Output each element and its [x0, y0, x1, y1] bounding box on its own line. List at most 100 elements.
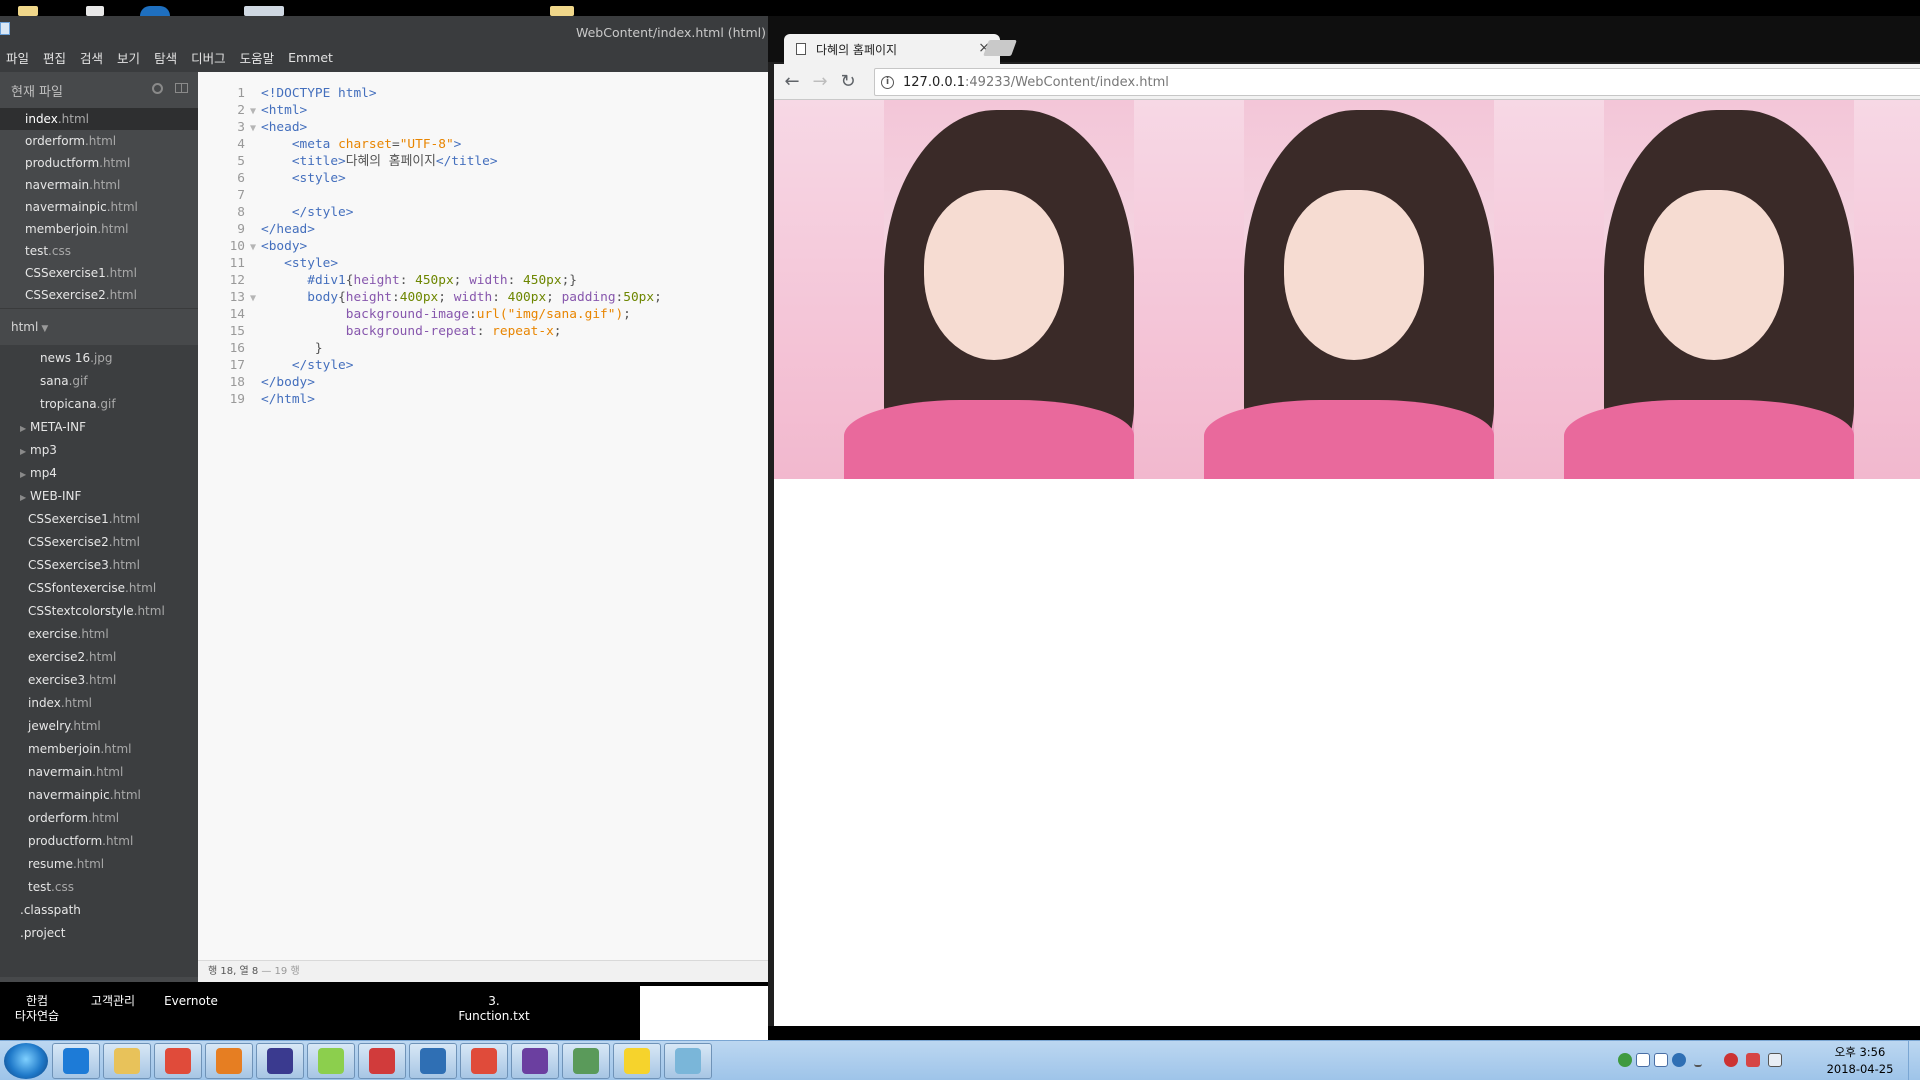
ime-a-icon[interactable] — [1636, 1053, 1650, 1067]
tree-file[interactable]: tropicana.gif — [0, 393, 198, 416]
code-line[interactable]: 11 <style> — [198, 255, 768, 272]
fold-toggle-icon[interactable]: ▼ — [245, 290, 261, 307]
tree-file[interactable]: exercise3.html — [0, 669, 198, 692]
tree-file[interactable]: CSSfontexercise.html — [0, 577, 198, 600]
tree-file[interactable]: memberjoin.html — [0, 738, 198, 761]
taskbar-notepad-button[interactable] — [664, 1043, 712, 1079]
tree-file[interactable]: CSSexercise1.html — [0, 508, 198, 531]
tree-file[interactable]: resume.html — [0, 853, 198, 876]
project-dropdown[interactable]: html ▼ — [0, 309, 198, 345]
code-line[interactable]: 7 — [198, 187, 768, 204]
display-icon[interactable] — [1768, 1053, 1782, 1067]
taskbar-kakaotalk-button[interactable] — [613, 1043, 661, 1079]
working-file-item[interactable]: navermainpic.html — [0, 196, 198, 218]
code-editor[interactable]: 1 <!DOCTYPE html> 2 ▼ <html> 3 ▼ <head> 4 <meta … — [198, 72, 768, 960]
code-line[interactable]: 14 background-image:url("img/sana.gif"); — [198, 306, 768, 323]
back-arrow-icon[interactable]: ← — [780, 70, 804, 94]
new-tab-button[interactable] — [983, 40, 1017, 56]
code-lines[interactable]: 1 <!DOCTYPE html> 2 ▼ <html> 3 ▼ <head> 4 <meta … — [198, 85, 768, 408]
taskbar-chrome-button[interactable] — [154, 1043, 202, 1079]
code-line[interactable]: 15 background-repeat: repeat-x; — [198, 323, 768, 340]
help-icon[interactable] — [1672, 1053, 1686, 1067]
tree-file[interactable]: navermainpic.html — [0, 784, 198, 807]
gear-icon[interactable] — [152, 83, 163, 94]
menu-item[interactable]: 도움말 — [240, 48, 275, 67]
desktop-app-icon[interactable] — [140, 6, 170, 16]
split-view-icon[interactable] — [175, 83, 188, 93]
forward-arrow-icon[interactable]: → — [808, 70, 832, 94]
chevron-right-icon[interactable]: ▶ — [20, 463, 30, 486]
chevron-right-icon[interactable]: ▶ — [20, 486, 30, 509]
working-file-item[interactable]: test.css — [0, 240, 198, 262]
tree-file[interactable]: index.html — [0, 692, 198, 715]
desktop-shortcut-label[interactable]: 한컴 타자연습 — [6, 994, 68, 1024]
tree-folder[interactable]: ▶ META-INF — [0, 416, 198, 439]
tree-folder[interactable]: ▶ WEB-INF — [0, 485, 198, 508]
tree-file[interactable]: exercise.html — [0, 623, 198, 646]
code-line[interactable]: 16 } — [198, 340, 768, 357]
tree-folder[interactable]: ▶ mp4 — [0, 462, 198, 485]
tree-file[interactable]: exercise2.html — [0, 646, 198, 669]
fold-toggle-icon[interactable]: ▼ — [245, 103, 261, 120]
tree-file[interactable]: CSStextcolorstyle.html — [0, 600, 198, 623]
working-file-item[interactable]: index.html — [0, 108, 198, 130]
tree-file[interactable]: orderform.html — [0, 807, 198, 830]
taskbar-git-button[interactable] — [562, 1043, 610, 1079]
show-desktop-button[interactable] — [1908, 1041, 1920, 1080]
tree-file[interactable]: test.css — [0, 876, 198, 899]
security-alert-icon[interactable] — [1746, 1053, 1760, 1067]
code-line[interactable]: 17 </style> — [198, 357, 768, 374]
working-file-item[interactable]: memberjoin.html — [0, 218, 198, 240]
network-icon[interactable] — [1618, 1053, 1632, 1067]
tray-expand-icon[interactable] — [1694, 1053, 1702, 1067]
code-line[interactable]: 18 </body> — [198, 374, 768, 391]
menu-item[interactable]: 편집 — [43, 48, 66, 67]
taskbar-chrome-button[interactable] — [460, 1043, 508, 1079]
code-line[interactable]: 3 ▼ <head> — [198, 119, 768, 136]
taskbar-ie-button[interactable] — [52, 1043, 100, 1079]
desktop-file-icon[interactable] — [86, 6, 104, 16]
working-file-item[interactable]: CSSexercise1.html — [0, 262, 198, 284]
code-line[interactable]: 4 <meta charset="UTF-8"> — [198, 136, 768, 153]
taskbar-eclipse-button[interactable] — [256, 1043, 304, 1079]
menu-item[interactable]: 파일 — [6, 48, 29, 67]
working-file-item[interactable]: navermain.html — [0, 174, 198, 196]
code-line[interactable]: 5 <title>다혜의 홈페이지</title> — [198, 153, 768, 170]
fold-toggle-icon[interactable]: ▼ — [245, 120, 261, 137]
working-file-item[interactable]: productform.html — [0, 152, 198, 174]
desktop-folder-icon[interactable] — [550, 6, 574, 16]
tree-file[interactable]: sana.gif — [0, 370, 198, 393]
taskbar-java-ee-ide-button[interactable] — [511, 1043, 559, 1079]
chevron-right-icon[interactable]: ▶ — [20, 417, 30, 440]
clock[interactable]: 오후 3:56 2018-04-25 — [1820, 1044, 1900, 1078]
working-file-item[interactable]: CSSexercise2.html — [0, 284, 198, 306]
reload-icon[interactable]: ↻ — [836, 70, 860, 94]
code-line[interactable]: 1 <!DOCTYPE html> — [198, 85, 768, 102]
desktop-shortcut-label[interactable]: Evernote — [160, 994, 222, 1009]
tree-file[interactable]: CSSexercise3.html — [0, 554, 198, 577]
tree-file[interactable]: .classpath — [0, 899, 198, 922]
code-line[interactable]: 8 </style> — [198, 204, 768, 221]
code-line[interactable]: 12 #div1{height: 450px; width: 450px;} — [198, 272, 768, 289]
working-file-item[interactable]: orderform.html — [0, 130, 198, 152]
desktop-shortcut-label[interactable]: 3. Function.txt — [454, 994, 534, 1024]
tree-file[interactable]: productform.html — [0, 830, 198, 853]
tree-file[interactable]: CSSexercise2.html — [0, 531, 198, 554]
volume-muted-icon[interactable] — [1724, 1053, 1738, 1067]
code-line[interactable]: 10 ▼ <body> — [198, 238, 768, 255]
code-line[interactable]: 2 ▼ <html> — [198, 102, 768, 119]
tree-file[interactable]: news 16.jpg — [0, 347, 198, 370]
tree-folder[interactable]: ▶ mp3 — [0, 439, 198, 462]
taskbar-brackets-button[interactable] — [409, 1043, 457, 1079]
tree-file[interactable]: .project — [0, 922, 198, 945]
tree-file[interactable]: jewelry.html — [0, 715, 198, 738]
menu-item[interactable]: Emmet — [288, 50, 333, 65]
ime-hanja-icon[interactable] — [1654, 1053, 1668, 1067]
menu-item[interactable]: 검색 — [80, 48, 103, 67]
desktop-shortcut-label[interactable]: 고객관리 — [82, 994, 144, 1009]
taskbar-media-player-button[interactable] — [205, 1043, 253, 1079]
code-line[interactable]: 6 <style> — [198, 170, 768, 187]
taskbar-explorer-button[interactable] — [103, 1043, 151, 1079]
chevron-right-icon[interactable]: ▶ — [20, 440, 30, 463]
code-line[interactable]: 9 </head> — [198, 221, 768, 238]
